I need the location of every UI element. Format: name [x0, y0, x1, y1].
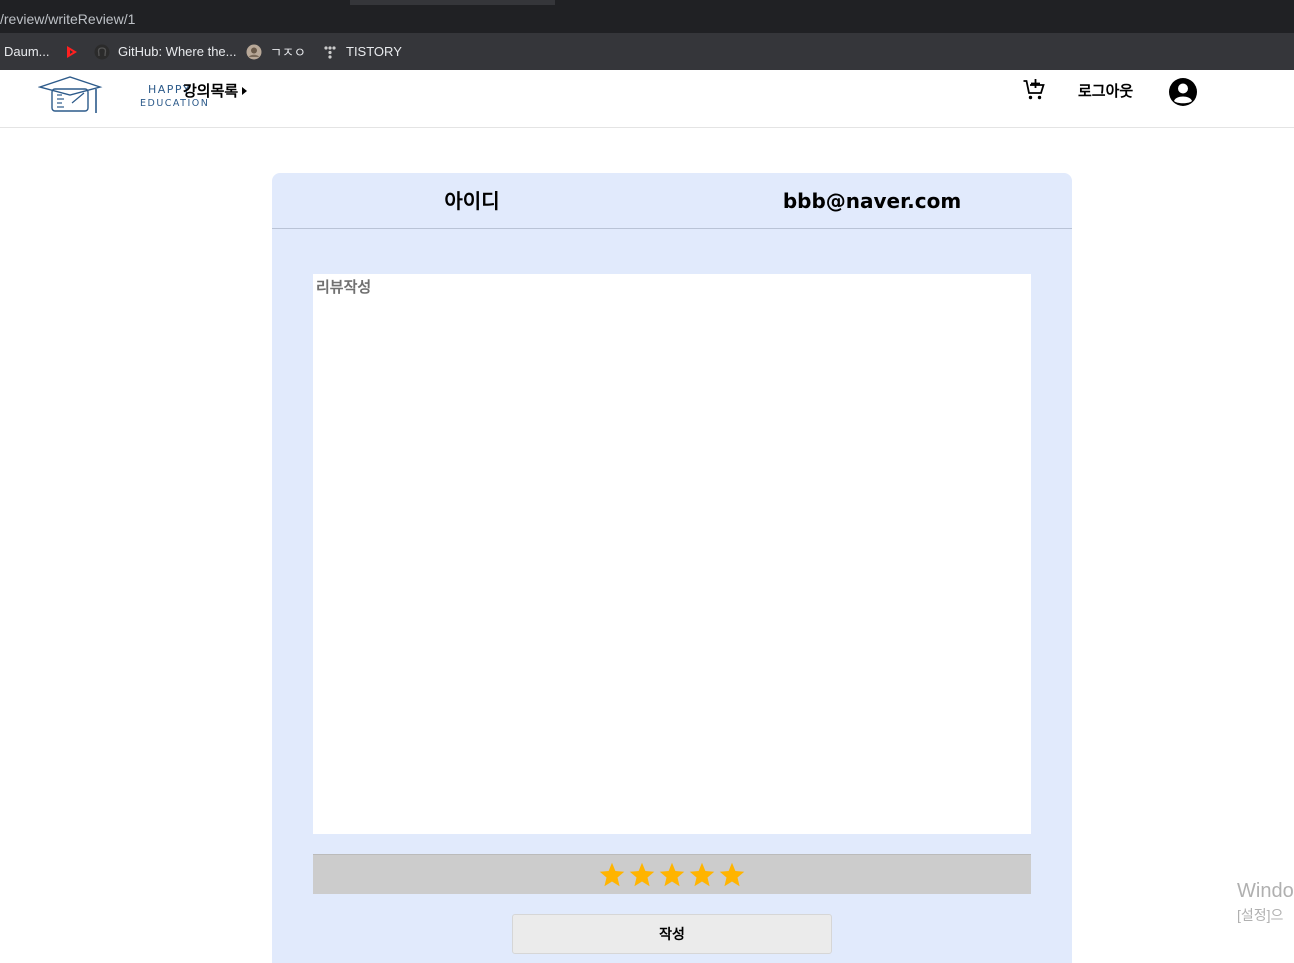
caret-right-icon [242, 86, 248, 95]
bookmark-github[interactable]: GitHub: Where the... [94, 33, 237, 70]
star-icon[interactable] [628, 861, 656, 889]
bookmark-label: Daum... [4, 44, 50, 59]
review-textarea[interactable] [313, 274, 1031, 834]
id-value: bbb@naver.com [782, 189, 962, 213]
nav-course-list[interactable]: 강의목록 [183, 80, 248, 101]
bookmark-label: ㄱㅈㅇ [270, 45, 306, 60]
submit-review-button[interactable]: 작성 [512, 914, 832, 954]
site-header: HAPPY EDUCATION 강의목록 로그아웃 [0, 70, 1294, 128]
star-rating[interactable] [313, 854, 1031, 894]
review-form-card: 아이디 bbb@naver.com 작성 [272, 173, 1072, 963]
nav-course-list-label: 강의목록 [183, 82, 239, 100]
id-label: 아이디 [444, 189, 500, 213]
logo[interactable]: HAPPY EDUCATION [38, 73, 208, 115]
graduation-cap-icon [38, 76, 103, 113]
cart-add-icon[interactable] [1022, 78, 1046, 102]
bookmark-profile[interactable]: ㄱㅈㅇ [246, 33, 306, 70]
watermark-line1: Windo [1237, 880, 1294, 902]
profile-avatar-icon [246, 44, 262, 59]
address-bar-url: /review/writeReview/1 [0, 11, 136, 27]
user-info-row: 아이디 bbb@naver.com [272, 173, 1072, 229]
windows-activation-watermark: Windo [설정]으 [1237, 880, 1294, 925]
bookmarks-bar: Daum... GitHub: Where the... ㄱㅈㅇ TISTORY [0, 33, 1294, 70]
star-icon[interactable] [598, 861, 626, 889]
bookmark-label: GitHub: Where the... [118, 44, 237, 59]
account-circle-icon[interactable] [1168, 77, 1198, 107]
tistory-icon [324, 45, 336, 59]
bookmark-youtube[interactable] [64, 33, 88, 70]
star-icon[interactable] [688, 861, 716, 889]
star-icon[interactable] [658, 861, 686, 889]
star-icon[interactable] [718, 861, 746, 889]
youtube-play-icon [67, 45, 77, 58]
watermark-line2: [설정]으 [1237, 907, 1284, 923]
github-icon [94, 44, 110, 59]
bookmark-tistory[interactable]: TISTORY [322, 33, 402, 70]
bookmark-label: TISTORY [346, 44, 402, 59]
bookmark-daum[interactable]: Daum... [4, 33, 50, 70]
address-bar[interactable]: /review/writeReview/1 [0, 5, 1294, 33]
logout-link[interactable]: 로그아웃 [1078, 80, 1133, 101]
